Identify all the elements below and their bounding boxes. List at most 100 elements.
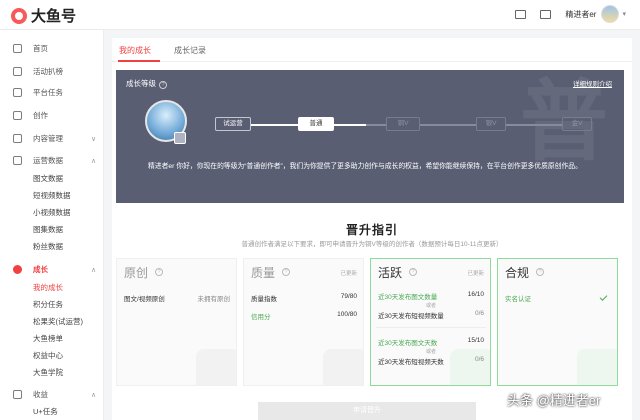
help-icon[interactable]: ? bbox=[155, 268, 163, 276]
sidebar-item-content[interactable]: 内容管理 ∨ bbox=[0, 130, 104, 147]
username[interactable]: 精进者er bbox=[565, 9, 596, 20]
sidebar-item-growth[interactable]: 成长 ∧ bbox=[0, 261, 104, 278]
tab-growth-record[interactable]: 成长记录 bbox=[174, 45, 206, 56]
requirement-value: 15/10 bbox=[467, 337, 484, 344]
sidebar-subitem[interactable]: 积分任务 bbox=[33, 299, 63, 310]
guide-title: 晋升指引 bbox=[345, 223, 398, 237]
level-bronze: 铜V bbox=[386, 117, 420, 131]
sidebar-subitem[interactable]: 权益中心 bbox=[33, 350, 63, 361]
activity-icon bbox=[13, 67, 22, 76]
requirement-row: 近30天发布短视频天数 0/6 bbox=[378, 356, 484, 366]
level-message: 精进者er 你好，你现在的等级为“普通创作者”，我们为你提供了更多助力创作与成长… bbox=[148, 163, 582, 170]
sidebar-item-activity[interactable]: 活动扒榜 bbox=[0, 63, 104, 80]
sidebar-subitem-my-growth[interactable]: 我的成长 bbox=[33, 282, 63, 293]
or-label: 或者 bbox=[425, 349, 436, 355]
sidebar-item-label: 成长 bbox=[33, 265, 48, 274]
tab-underline bbox=[118, 60, 160, 62]
user-icon bbox=[13, 265, 22, 274]
guide-subtitle: 普通创作者满足以下要求，即可申请晋升为铜V等级的创作者（数据预计每日10-11点… bbox=[241, 241, 503, 248]
chevron-up-icon: ∧ bbox=[91, 266, 97, 274]
requirement-value: 79/80 bbox=[340, 293, 357, 300]
help-icon[interactable]: ? bbox=[409, 268, 417, 276]
apply-promotion-button[interactable]: 申请晋升 bbox=[258, 402, 476, 420]
level-track bbox=[334, 124, 366, 126]
requirement-label: 近30天发布短视频数量 bbox=[378, 313, 444, 320]
level-track bbox=[506, 124, 562, 126]
sidebar-item-create[interactable]: 创作 bbox=[0, 107, 104, 124]
requirement-label: 近30天发布图文数量 bbox=[378, 294, 438, 301]
bookmark-icon bbox=[13, 88, 22, 97]
level-banner: 普 成长等级? 详细规则介绍 试运营 普通 铜V 银V 金V 精进者er 你好，… bbox=[116, 70, 624, 203]
requirement-value: 未拥有原创 bbox=[197, 296, 231, 303]
main-panel: 我的成长 成长记录 普 成长等级? 详细规则介绍 试运营 普通 铜V 银V 金V… bbox=[112, 38, 632, 420]
requirement-card-original: 原创 ? 图文/视频原创 未拥有原创 bbox=[116, 258, 237, 386]
sidebar-subitem[interactable]: 大鱼学院 bbox=[33, 367, 63, 378]
help-icon[interactable]: ? bbox=[536, 268, 544, 276]
bar-chart-icon bbox=[13, 156, 22, 165]
sidebar-subitem[interactable]: 图集数据 bbox=[33, 224, 63, 235]
chevron-down-icon: ∨ bbox=[91, 135, 97, 143]
sidebar-subitem[interactable]: 粉丝数据 bbox=[33, 241, 63, 252]
card-title: 质量 bbox=[251, 266, 276, 280]
sidebar-subitem[interactable]: 大鱼榜单 bbox=[33, 333, 63, 344]
logo-text: 大鱼号 bbox=[31, 8, 77, 25]
source-watermark: 头条 @精进者er bbox=[507, 393, 601, 408]
mail-icon[interactable] bbox=[540, 9, 552, 19]
requirement-card-activity: 活跃 ? 已更新 近30天发布图文数量 16/10 或者 近30天发布短视频数量 0… bbox=[370, 258, 491, 386]
sidebar-subitem[interactable]: 短视频数据 bbox=[33, 190, 71, 201]
sidebar-item-tasks[interactable]: 平台任务 bbox=[0, 84, 104, 101]
tab-my-growth[interactable]: 我的成长 bbox=[119, 45, 151, 56]
sidebar-item-label: 活动扒榜 bbox=[33, 67, 63, 76]
coin-icon bbox=[13, 390, 22, 399]
requirement-card-quality: 质量 ? 已更新 质量指数 79/80 信用分 100/80 bbox=[243, 258, 364, 386]
requirement-value: 0/6 bbox=[474, 356, 484, 363]
level-badge-icon bbox=[174, 132, 186, 144]
update-tag: 已更新 bbox=[340, 271, 357, 277]
folder-icon bbox=[13, 134, 22, 143]
requirement-value: 16/10 bbox=[467, 291, 484, 298]
logo[interactable]: 大鱼号 bbox=[11, 5, 76, 26]
requirement-value: 0/6 bbox=[474, 310, 484, 317]
requirement-label: 图文/视频原创 bbox=[124, 296, 165, 303]
requirement-row: 近30天发布图文天数 15/10 bbox=[378, 337, 484, 347]
card-title: 合规 bbox=[505, 266, 530, 280]
sidebar-subitem[interactable]: 图文数据 bbox=[33, 173, 63, 184]
level-track bbox=[420, 124, 476, 126]
sidebar-item-label: 首页 bbox=[33, 44, 48, 53]
leaf-icon bbox=[196, 349, 236, 385]
requirement-row: 信用分 100/80 bbox=[251, 311, 357, 321]
sidebar-item-data[interactable]: 运营数据 ∧ bbox=[0, 152, 104, 169]
sidebar-item-label: 收益 bbox=[33, 390, 48, 399]
sidebar-item-label: 创作 bbox=[33, 111, 48, 120]
requirement-row: 近30天发布图文数量 16/10 bbox=[378, 291, 484, 301]
top-bar: 大鱼号 精进者er ▾ bbox=[0, 0, 640, 30]
level-track bbox=[251, 124, 298, 126]
chart-deco-icon bbox=[323, 349, 363, 385]
requirement-row: 质量指数 79/80 bbox=[251, 293, 357, 303]
requirement-label: 近30天发布短视频天数 bbox=[378, 359, 444, 366]
pen-icon bbox=[13, 111, 22, 120]
requirement-label: 质量指数 bbox=[251, 296, 277, 303]
card-title: 原创 bbox=[124, 266, 149, 280]
sidebar: 首页 活动扒榜 平台任务 创作 内容管理 ∨ 运营数据 ∧ 图文数据 短视频数据 小… bbox=[0, 30, 104, 420]
help-icon[interactable]: ? bbox=[159, 81, 167, 89]
level-normal: 普通 bbox=[298, 117, 334, 131]
banner-title: 成长等级? bbox=[126, 78, 167, 89]
requirement-value: 100/80 bbox=[337, 311, 357, 318]
avatar[interactable] bbox=[601, 5, 620, 23]
or-label: 或者 bbox=[425, 303, 436, 309]
sidebar-subitem[interactable]: U+任务 bbox=[33, 406, 58, 417]
message-icon[interactable] bbox=[515, 9, 527, 19]
chevron-down-icon[interactable]: ▾ bbox=[622, 10, 626, 18]
help-icon[interactable]: ? bbox=[282, 268, 290, 276]
requirement-row: 实名认证 bbox=[505, 293, 611, 303]
rules-link[interactable]: 详细规则介绍 bbox=[573, 78, 612, 88]
sidebar-item-home[interactable]: 首页 bbox=[0, 40, 104, 57]
sidebar-subitem[interactable]: 松果奖(试运营) bbox=[33, 316, 83, 327]
sidebar-item-income[interactable]: 收益 ∧ bbox=[0, 386, 104, 403]
divider bbox=[376, 327, 486, 328]
chevron-up-icon: ∧ bbox=[91, 157, 97, 165]
level-trial: 试运营 bbox=[215, 117, 251, 131]
sidebar-item-label: 运营数据 bbox=[33, 156, 63, 165]
sidebar-subitem[interactable]: 小视频数据 bbox=[33, 207, 71, 218]
